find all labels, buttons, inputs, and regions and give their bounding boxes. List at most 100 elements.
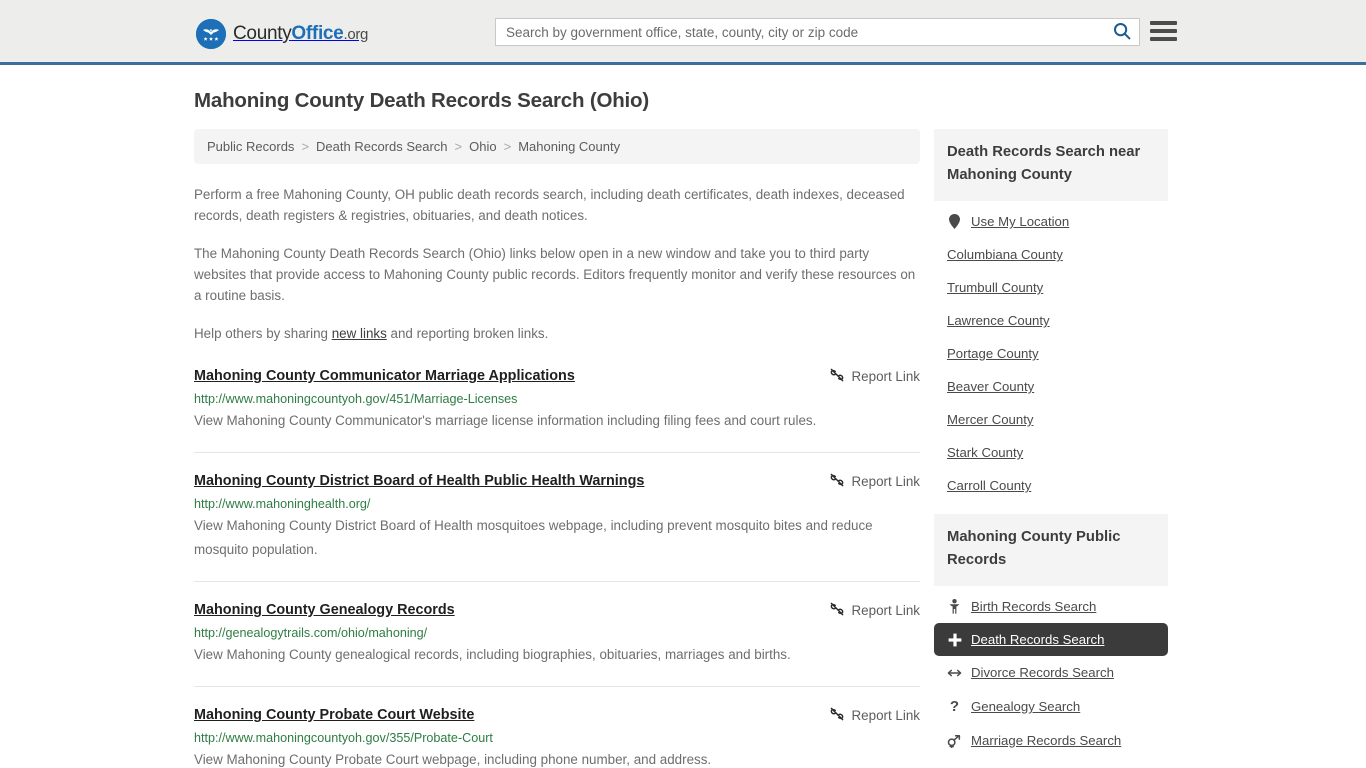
- sidebar-nearby-item[interactable]: Columbiana County: [934, 238, 1168, 271]
- sidebar-record-label: Marriage Records Search: [971, 733, 1122, 748]
- broken-link-icon: [829, 706, 845, 725]
- result-header: Mahoning County Probate Court Website Rep…: [194, 705, 920, 725]
- sidebar-record-label: Birth Records Search: [971, 599, 1097, 614]
- cross-icon: [947, 633, 962, 647]
- sidebar-nearby-item[interactable]: Lawrence County: [934, 304, 1168, 337]
- sidebar-record-label: Death Records Search: [971, 632, 1105, 647]
- report-link-button[interactable]: Report Link: [829, 471, 920, 491]
- intro-paragraph-1: Perform a free Mahoning County, OH publi…: [194, 187, 905, 223]
- page-body: Mahoning County Death Records Search (Oh…: [0, 65, 1366, 768]
- sidebar-nearby-item[interactable]: Portage County: [934, 337, 1168, 370]
- result-title-link[interactable]: Mahoning County Probate Court Website: [194, 705, 474, 725]
- sidebar-nearby-item[interactable]: Beaver County: [934, 370, 1168, 403]
- intro-p3-before: Help others by sharing: [194, 326, 332, 341]
- result-description: View Mahoning County genealogical record…: [194, 647, 791, 662]
- result-url-link[interactable]: http://www.mahoninghealth.org/: [194, 497, 920, 511]
- broken-link-icon: [829, 367, 845, 386]
- nearby-search-heading: Death Records Search near Mahoning Count…: [934, 129, 1168, 201]
- double-arrow-icon: [947, 667, 962, 679]
- sidebar-nearby-item[interactable]: Mercer County: [934, 403, 1168, 436]
- sidebar-nearby-label: Trumbull County: [947, 280, 1044, 295]
- report-link-button[interactable]: Report Link: [829, 366, 920, 386]
- intro-paragraph-2: The Mahoning County Death Records Search…: [194, 246, 916, 303]
- male-female-icon: [947, 734, 962, 748]
- broken-link-icon: [829, 601, 845, 620]
- sidebar-nearby-item[interactable]: Stark County: [934, 436, 1168, 469]
- search-icon: [1113, 22, 1131, 43]
- sidebar-nearby-item[interactable]: Carroll County: [934, 469, 1168, 502]
- hamburger-bar: [1150, 21, 1177, 25]
- result-description: View Mahoning County District Board of H…: [194, 518, 873, 557]
- breadcrumb-item[interactable]: Public Records: [207, 139, 294, 154]
- breadcrumb-separator: >: [301, 139, 310, 154]
- intro-text: Perform a free Mahoning County, OH publi…: [194, 184, 920, 344]
- result-description: View Mahoning County Communicator's marr…: [194, 413, 817, 428]
- result-url-link[interactable]: http://www.mahoningcountyoh.gov/355/Prob…: [194, 731, 920, 745]
- report-link-label: Report Link: [851, 603, 920, 618]
- sidebar-record-item[interactable]: Birth Records Search: [934, 590, 1168, 623]
- sidebar-nearby-label: Mercer County: [947, 412, 1034, 427]
- sidebar: Death Records Search near Mahoning Count…: [934, 129, 1168, 768]
- intro-paragraph-3: Help others by sharing new links and rep…: [194, 323, 920, 344]
- breadcrumb-item: Mahoning County: [518, 139, 621, 154]
- breadcrumb-separator: >: [454, 139, 463, 154]
- sidebar-nearby-label: Carroll County: [947, 478, 1032, 493]
- intro-p3-after: and reporting broken links.: [386, 326, 549, 341]
- report-link-button[interactable]: Report Link: [829, 705, 920, 725]
- result-url-link[interactable]: http://genealogytrails.com/ohio/mahoning…: [194, 626, 920, 640]
- main-column: Public Records > Death Records Search > Ohio…: [194, 129, 920, 768]
- breadcrumb-item[interactable]: Ohio: [469, 139, 496, 154]
- logo-text-county: County: [233, 23, 292, 44]
- logo-text-org: .org: [343, 26, 369, 43]
- result-item: Mahoning County District Board of Health…: [194, 471, 920, 582]
- site-logo[interactable]: CountyOffice.org: [196, 19, 368, 49]
- question-mark-icon: ?: [949, 698, 960, 715]
- nearby-county-list: Use My Location Columbiana County Trumbull…: [934, 201, 1168, 502]
- sidebar-record-item[interactable]: Marriage Records Search: [934, 724, 1168, 757]
- breadcrumb-item[interactable]: Death Records Search: [316, 139, 448, 154]
- report-link-label: Report Link: [851, 474, 920, 489]
- public-records-list: Birth Records Search Death Records Search…: [934, 586, 1168, 757]
- sidebar-record-item[interactable]: ? Genealogy Search: [934, 689, 1168, 724]
- sidebar-record-label: Genealogy Search: [971, 699, 1081, 714]
- result-item: Mahoning County Genealogy Records Report …: [194, 600, 920, 687]
- search-box: [495, 18, 1140, 46]
- report-link-button[interactable]: Report Link: [829, 600, 920, 620]
- new-links-link[interactable]: new links: [332, 326, 387, 341]
- report-link-label: Report Link: [851, 369, 920, 384]
- result-header: Mahoning County Communicator Marriage Ap…: [194, 366, 920, 386]
- public-records-card: Mahoning County Public Records Birth Rec…: [934, 514, 1168, 757]
- result-header: Mahoning County Genealogy Records Report …: [194, 600, 920, 620]
- site-header: CountyOffice.org: [0, 0, 1366, 65]
- public-records-heading: Mahoning County Public Records: [934, 514, 1168, 586]
- breadcrumb: Public Records > Death Records Search > Ohio…: [194, 129, 920, 164]
- result-title-link[interactable]: Mahoning County Communicator Marriage Ap…: [194, 366, 575, 386]
- hamburger-bar: [1150, 29, 1177, 33]
- results-list: Mahoning County Communicator Marriage Ap…: [194, 366, 920, 768]
- sidebar-nearby-label: Stark County: [947, 445, 1024, 460]
- sidebar-nearby-label: Lawrence County: [947, 313, 1050, 328]
- sidebar-nearby-label: Beaver County: [947, 379, 1035, 394]
- sidebar-record-item[interactable]: Divorce Records Search: [934, 656, 1168, 689]
- result-title-link[interactable]: Mahoning County District Board of Health…: [194, 471, 644, 491]
- breadcrumb-separator: >: [503, 139, 512, 154]
- eagle-seal-icon: [196, 19, 226, 49]
- baby-icon: [947, 599, 962, 614]
- sidebar-nearby-label: Columbiana County: [947, 247, 1063, 262]
- result-title-link[interactable]: Mahoning County Genealogy Records: [194, 600, 455, 620]
- site-logo-text: CountyOffice.org: [233, 23, 368, 45]
- sidebar-record-item[interactable]: Death Records Search: [934, 623, 1168, 656]
- nearby-search-card: Death Records Search near Mahoning Count…: [934, 129, 1168, 502]
- report-link-label: Report Link: [851, 708, 920, 723]
- result-description: View Mahoning County Probate Court webpa…: [194, 752, 712, 767]
- search-button[interactable]: [1105, 19, 1139, 45]
- broken-link-icon: [829, 472, 845, 491]
- hamburger-bar: [1150, 37, 1177, 41]
- search-input[interactable]: [496, 19, 1105, 45]
- sidebar-record-label: Divorce Records Search: [971, 665, 1114, 680]
- sidebar-nearby-item[interactable]: Trumbull County: [934, 271, 1168, 304]
- result-url-link[interactable]: http://www.mahoningcountyoh.gov/451/Marr…: [194, 392, 920, 406]
- result-item: Mahoning County Communicator Marriage Ap…: [194, 366, 920, 453]
- sidebar-nearby-item[interactable]: Use My Location: [934, 205, 1168, 238]
- hamburger-menu-icon[interactable]: [1150, 19, 1177, 43]
